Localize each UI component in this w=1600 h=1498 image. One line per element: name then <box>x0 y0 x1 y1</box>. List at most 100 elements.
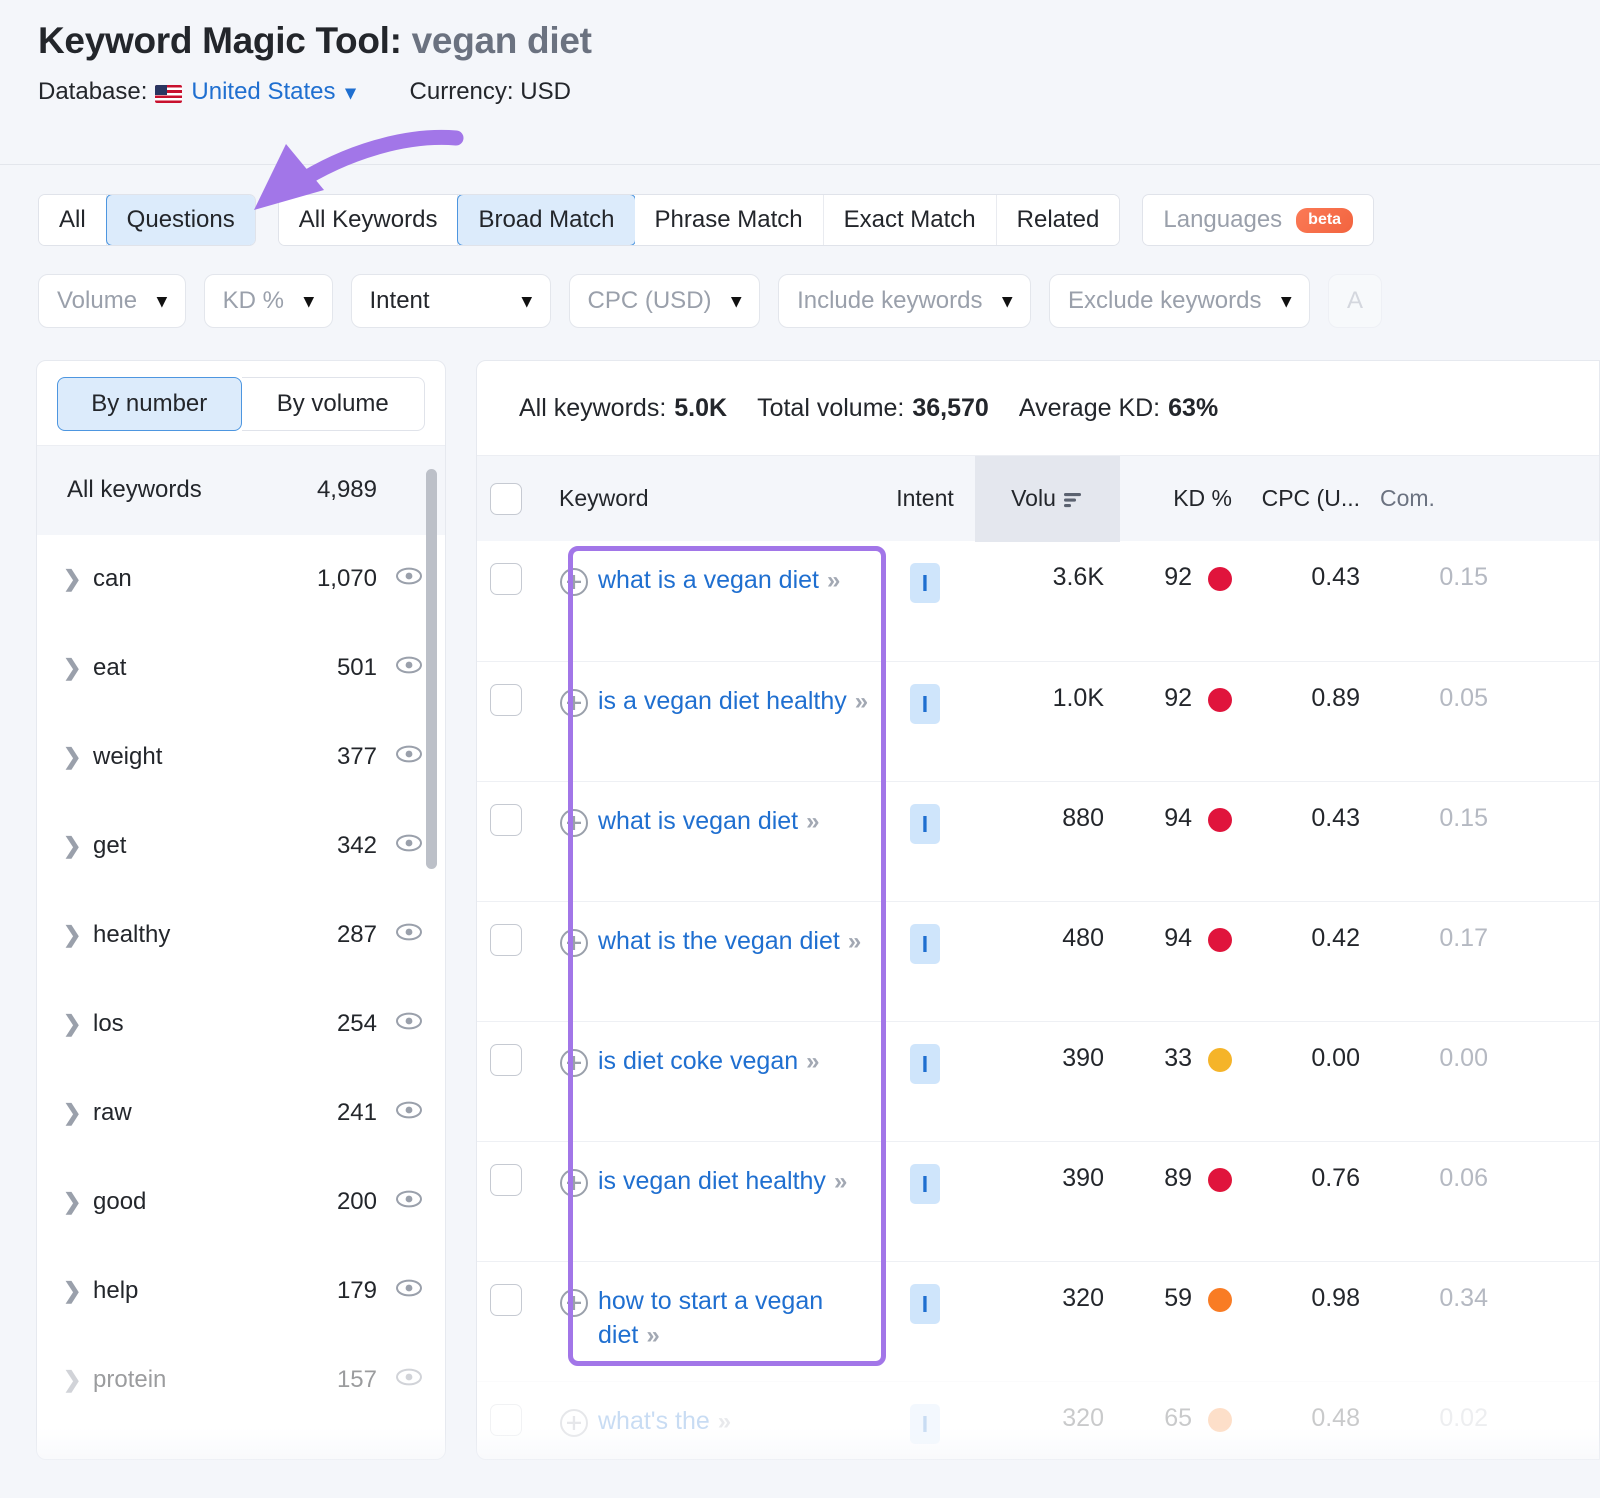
add-keyword-button[interactable] <box>559 1284 598 1323</box>
chevron-right-icon[interactable]: ❯ <box>63 1278 93 1304</box>
intent-badge[interactable]: I <box>910 1044 940 1084</box>
sidebar-item[interactable]: ❯ can 1,070 <box>37 535 445 624</box>
sidebar-item[interactable]: ❯ get 342 <box>37 802 445 891</box>
chevron-right-icon[interactable]: ❯ <box>63 1011 93 1037</box>
table-row[interactable]: is a vegan diet healthy » I 1.0K 92 0.89 0.05 <box>477 661 1599 781</box>
sidebar-item[interactable]: ❯ protein 157 <box>37 1336 445 1425</box>
sidebar-item[interactable]: ❯ eat 501 <box>37 624 445 713</box>
double-chevron-icon[interactable]: » <box>646 1322 659 1349</box>
add-keyword-button[interactable] <box>559 1164 598 1203</box>
chevron-right-icon[interactable]: ❯ <box>63 1367 93 1393</box>
column-header-kd[interactable]: KD % <box>1120 456 1240 542</box>
eye-icon-wrap[interactable] <box>395 740 423 775</box>
add-keyword-button[interactable] <box>559 1044 598 1083</box>
add-keyword-button[interactable] <box>559 563 598 602</box>
row-checkbox[interactable] <box>490 804 522 836</box>
row-checkbox[interactable] <box>490 924 522 956</box>
eye-icon-wrap[interactable] <box>395 1274 423 1309</box>
table-row[interactable]: what is vegan diet » I 880 94 0.43 0.15 <box>477 781 1599 901</box>
filter-advanced[interactable]: A <box>1328 274 1383 328</box>
intent-badge[interactable]: I <box>910 684 940 724</box>
eye-icon-wrap[interactable] <box>395 918 423 953</box>
eye-icon-wrap[interactable] <box>395 651 423 686</box>
sidebar-item[interactable]: ❯ healthy 287 <box>37 891 445 980</box>
filter-cpc[interactable]: CPC (USD) ▾ <box>568 274 761 328</box>
table-row[interactable]: how to start a vegan diet» I 320 59 0.98 0.34 <box>477 1261 1599 1381</box>
tab-phrase-match[interactable]: Phrase Match <box>634 195 824 245</box>
filter-include-keywords[interactable]: Include keywords ▾ <box>778 274 1032 328</box>
table-row[interactable]: is vegan diet healthy » I 390 89 0.76 0.06 <box>477 1141 1599 1261</box>
intent-badge[interactable]: I <box>910 1284 940 1324</box>
keyword-link[interactable]: how to start a vegan diet» <box>598 1284 875 1353</box>
keyword-link[interactable]: is diet coke vegan » <box>598 1044 820 1079</box>
sidebar-item[interactable]: ❯ raw 241 <box>37 1069 445 1158</box>
chevron-right-icon[interactable]: ❯ <box>63 655 93 681</box>
row-checkbox[interactable] <box>490 684 522 716</box>
intent-badge[interactable]: I <box>910 924 940 964</box>
chevron-right-icon[interactable]: ❯ <box>63 1100 93 1126</box>
eye-icon-wrap[interactable] <box>395 1007 423 1042</box>
sidebar-toggle-by-number[interactable]: By number <box>57 377 242 431</box>
column-header-intent[interactable]: Intent <box>875 456 975 542</box>
double-chevron-icon[interactable]: » <box>806 1048 819 1075</box>
keyword-link[interactable]: what is the vegan diet » <box>598 924 861 959</box>
filter-intent[interactable]: Intent ▾ <box>350 274 551 328</box>
tab-related[interactable]: Related <box>996 195 1120 245</box>
intent-badge[interactable]: I <box>910 804 940 844</box>
keyword-link[interactable]: what is a vegan diet » <box>598 563 840 598</box>
column-header-keyword[interactable]: Keyword <box>535 456 875 542</box>
keyword-link[interactable]: is vegan diet healthy » <box>598 1164 847 1199</box>
sort-descending-icon[interactable] <box>1062 489 1084 509</box>
double-chevron-icon[interactable]: » <box>827 567 840 594</box>
sidebar-scrollbar-thumb[interactable] <box>426 469 437 869</box>
chevron-right-icon[interactable]: ❯ <box>63 833 93 859</box>
eye-icon-wrap[interactable] <box>395 1363 423 1398</box>
sidebar-item[interactable]: ❯ good 200 <box>37 1158 445 1247</box>
tab-languages[interactable]: Languages beta <box>1143 195 1374 245</box>
sidebar-toggle-by-volume[interactable]: By volume <box>241 377 425 431</box>
eye-icon-wrap[interactable] <box>395 1185 423 1220</box>
row-checkbox[interactable] <box>490 563 522 595</box>
table-row[interactable]: is diet coke vegan » I 390 33 0.00 0.00 <box>477 1021 1599 1141</box>
filter-exclude-keywords[interactable]: Exclude keywords ▾ <box>1049 274 1311 328</box>
column-header-cpc[interactable]: CPC (U... <box>1240 456 1380 542</box>
sidebar-item[interactable]: ❯ los 254 <box>37 980 445 1069</box>
tab-questions[interactable]: Questions <box>105 195 255 245</box>
chevron-right-icon[interactable]: ❯ <box>63 744 93 770</box>
intent-badge[interactable]: I <box>910 1164 940 1204</box>
double-chevron-icon[interactable]: » <box>834 1168 847 1195</box>
eye-icon-wrap[interactable] <box>395 829 423 864</box>
tab-exact-match[interactable]: Exact Match <box>823 195 997 245</box>
sidebar-item[interactable]: ❯ help 179 <box>37 1247 445 1336</box>
add-keyword-button[interactable] <box>559 804 598 843</box>
sidebar-item-all-keywords[interactable]: All keywords 4,989 <box>37 446 445 535</box>
chevron-down-icon[interactable]: ▾ <box>346 80 356 105</box>
tab-broad-match[interactable]: Broad Match <box>457 195 636 245</box>
double-chevron-icon[interactable]: » <box>848 928 861 955</box>
tab-all[interactable]: All <box>39 195 107 245</box>
eye-icon-wrap[interactable] <box>395 1096 423 1131</box>
chevron-right-icon[interactable]: ❯ <box>63 1189 93 1215</box>
table-row[interactable]: what is the vegan diet » I 480 94 0.42 0.17 <box>477 901 1599 1021</box>
table-row[interactable]: what is a vegan diet » I 3.6K 92 0.43 0.15 <box>477 541 1599 661</box>
keyword-link[interactable]: is a vegan diet healthy » <box>598 684 868 719</box>
keyword-link[interactable]: what is vegan diet » <box>598 804 820 839</box>
row-checkbox[interactable] <box>490 1044 522 1076</box>
row-checkbox[interactable] <box>490 1164 522 1196</box>
eye-icon-wrap[interactable] <box>395 562 423 597</box>
select-all-checkbox[interactable] <box>490 482 522 515</box>
double-chevron-icon[interactable]: » <box>855 688 868 715</box>
column-header-competition[interactable]: Com. <box>1380 456 1500 542</box>
add-keyword-button[interactable] <box>559 924 598 963</box>
sidebar-item[interactable]: ❯ weight 377 <box>37 713 445 802</box>
row-checkbox[interactable] <box>490 1284 522 1316</box>
column-header-volume[interactable]: Volu <box>975 455 1120 542</box>
database-selector[interactable]: United States <box>191 78 335 106</box>
chevron-right-icon[interactable]: ❯ <box>63 566 93 592</box>
filter-kd[interactable]: KD % ▾ <box>203 274 333 328</box>
double-chevron-icon[interactable]: » <box>806 808 819 835</box>
filter-volume[interactable]: Volume ▾ <box>38 274 186 328</box>
chevron-right-icon[interactable]: ❯ <box>63 922 93 948</box>
intent-badge[interactable]: I <box>910 563 940 603</box>
add-keyword-button[interactable] <box>559 684 598 723</box>
